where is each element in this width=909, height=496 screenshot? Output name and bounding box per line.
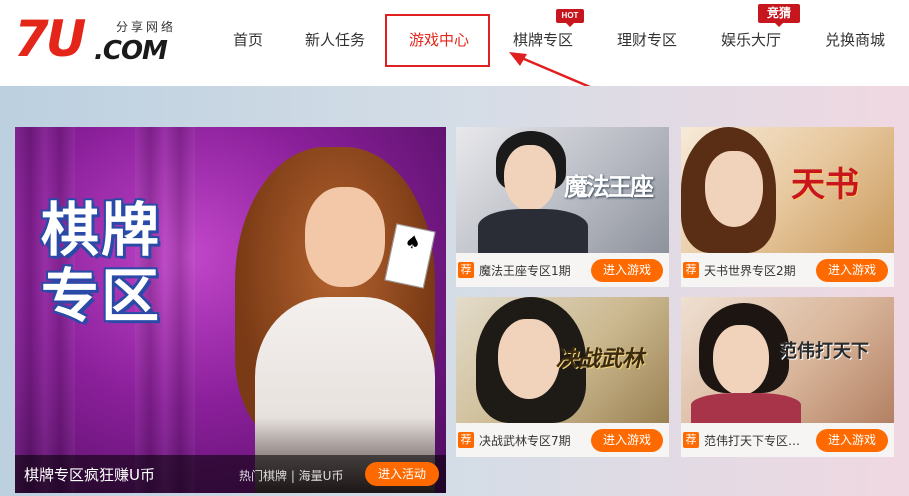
site-logo[interactable]: 7U 分享网络 .COM [14,12,194,70]
game-logo: 魔法王座 [564,172,654,201]
game-card-magic-throne[interactable]: 魔法王座 荐 魔法王座专区1期 进入游戏 [456,127,669,287]
game-title[interactable]: 天书世界专区2期 [704,262,796,279]
recommend-badge: 荐 [683,262,699,278]
game-logo: 天书 [791,165,859,205]
logo-mark: 7U [14,10,86,68]
game-card-fanwei[interactable]: 范伟打天下 荐 范伟打天下专区… 进入游戏 [681,297,894,457]
game-thumbnail[interactable]: 范伟打天下 [681,297,894,423]
enter-game-button[interactable]: 进入游戏 [591,429,663,452]
nav-highlight-box [385,14,490,67]
character-face [498,319,560,399]
enter-game-button[interactable]: 进入游戏 [591,259,663,282]
game-card-juezhan-wulin[interactable]: 决战武林 荐 决战武林专区7期 进入游戏 [456,297,669,457]
game-title[interactable]: 范伟打天下专区… [704,432,800,449]
card-footer: 荐 天书世界专区2期 进入游戏 [681,253,894,287]
game-logo: 范伟打天下 [779,341,869,362]
card-footer: 荐 决战武林专区7期 进入游戏 [456,423,669,457]
feature-caption-bar: 棋牌专区疯狂赚U币 热门棋牌 | 海量U币 进入活动 [15,455,446,493]
nav-entertainment-hall[interactable]: 娱乐大厅 [721,30,781,50]
character-face [713,325,769,395]
feature-tags: 热门棋牌 | 海量U币 [239,469,344,483]
game-title[interactable]: 决战武林专区7期 [479,432,571,449]
game-card-tianshu[interactable]: 天书 荐 天书世界专区2期 进入游戏 [681,127,894,287]
game-thumbnail[interactable]: 魔法王座 [456,127,669,253]
feature-art-title: 棋牌 专区 [41,196,162,330]
nav-newbie-tasks[interactable]: 新人任务 [305,30,365,50]
nav-home[interactable]: 首页 [233,30,263,50]
game-thumbnail[interactable]: 决战武林 [456,297,669,423]
nav-finance[interactable]: 理财专区 [617,30,677,50]
recommend-badge: 荐 [458,262,474,278]
main-content: ♠ 棋牌 专区 棋牌专区疯狂赚U币 热门棋牌 | 海量U币 进入活动 魔法王座 … [0,86,909,496]
logo-suffix: .COM [94,36,168,66]
game-logo: 决战武林 [556,346,645,372]
card-footer: 荐 魔法王座专区1期 进入游戏 [456,253,669,287]
recommend-badge: 荐 [683,432,699,448]
card-footer: 荐 范伟打天下专区… 进入游戏 [681,423,894,457]
feature-banner[interactable]: ♠ 棋牌 专区 棋牌专区疯狂赚U币 热门棋牌 | 海量U币 进入活动 [15,127,446,493]
game-thumbnail[interactable]: 天书 [681,127,894,253]
enter-game-button[interactable]: 进入游戏 [816,429,888,452]
character-face [504,145,556,211]
guess-badge: 竞猜 [758,4,800,27]
nav-exchange-mall[interactable]: 兑换商城 [825,30,885,50]
nav-chess-cards[interactable]: 棋牌专区 [513,30,573,50]
logo-tagline: 分享网络 [116,20,177,34]
recommend-badge: 荐 [458,432,474,448]
feature-title[interactable]: 棋牌专区疯狂赚U币 [24,464,155,485]
enter-activity-button[interactable]: 进入活动 [365,462,439,486]
enter-game-button[interactable]: 进入游戏 [816,259,888,282]
hot-badge: HOT [556,9,584,27]
character-face [705,151,763,227]
character-face [305,187,385,287]
game-title[interactable]: 魔法王座专区1期 [479,262,571,279]
site-header: 7U 分享网络 .COM 首页 新人任务 游戏中心 棋牌专区 理财专区 娱乐大厅… [0,0,909,86]
